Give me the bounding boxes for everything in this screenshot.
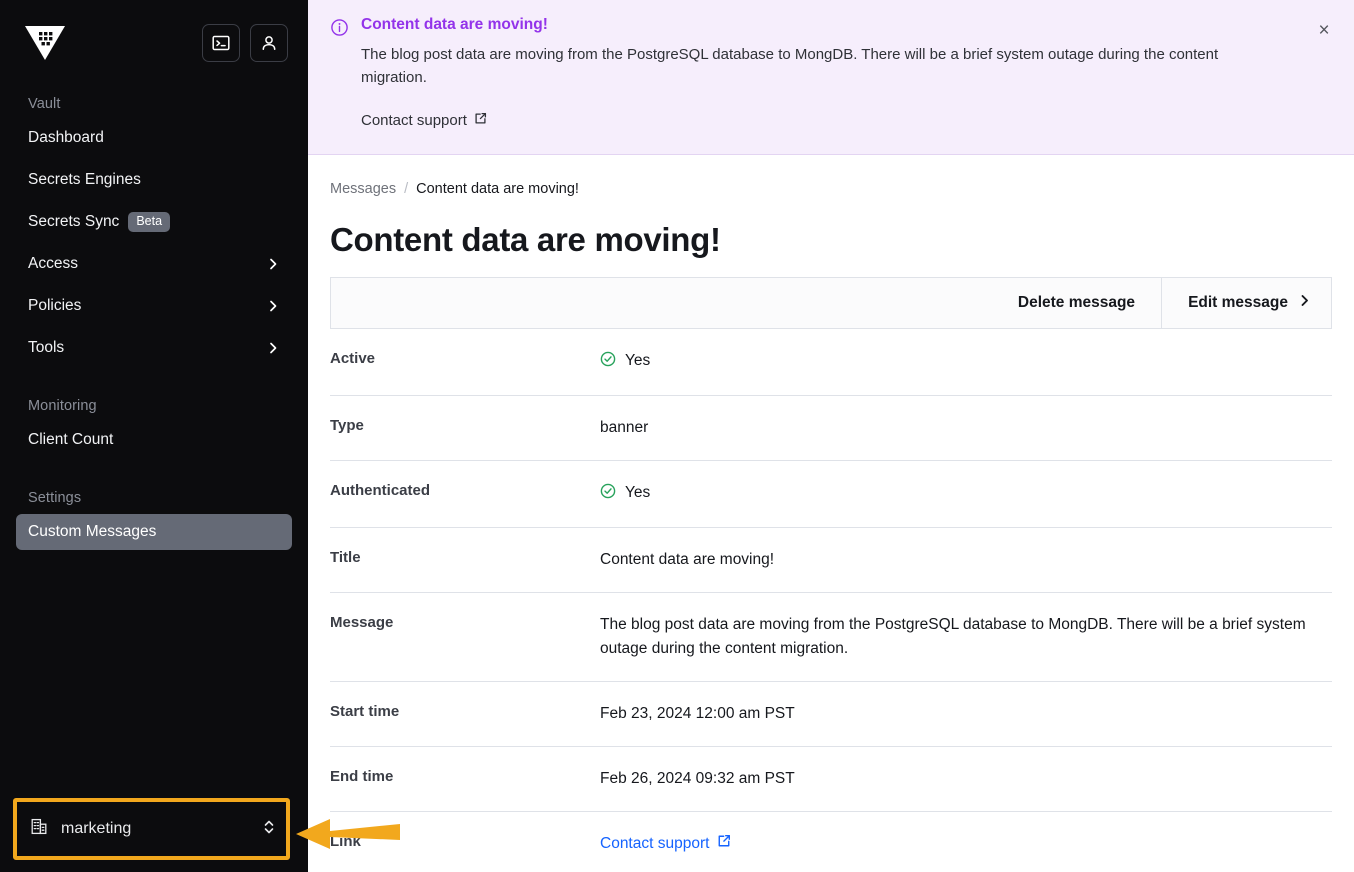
main-content: Content data are moving! The blog post d… [308, 0, 1354, 872]
detail-label: Title [330, 549, 361, 567]
sidebar-item-secrets-sync[interactable]: Secrets Sync Beta [16, 204, 292, 240]
building-icon [30, 817, 49, 841]
chevron-right-icon [266, 341, 280, 355]
chevron-right-icon [266, 257, 280, 271]
sidebar-item-custom-messages[interactable]: Custom Messages [16, 514, 292, 550]
edit-message-label: Edit message [1188, 294, 1288, 311]
page-content: Messages / Content data are moving! Cont… [308, 155, 1354, 872]
breadcrumb: Messages / Content data are moving! [330, 181, 1342, 197]
detail-value: Contact support [600, 832, 1332, 856]
user-menu-button[interactable] [250, 24, 288, 62]
banner-body: Content data are moving! The blog post d… [361, 16, 1332, 130]
detail-value: Yes [600, 349, 1332, 375]
chevron-right-icon [1298, 294, 1311, 312]
banner-text: The blog post data are moving from the P… [361, 46, 1219, 87]
console-toggle-button[interactable] [202, 24, 240, 62]
banner-contact-support-link[interactable]: Contact support [361, 112, 487, 129]
sidebar-item-client-count[interactable]: Client Count [16, 422, 292, 458]
detail-value-text: Yes [625, 352, 651, 369]
vault-logo[interactable] [22, 18, 68, 64]
sidebar-item-label: Custom Messages [28, 523, 157, 540]
sidebar-section-vault-label: Vault [28, 96, 61, 112]
detail-value: Content data are moving! [600, 551, 775, 569]
banner-link-label: Contact support [361, 111, 467, 129]
namespace-label: marketing [61, 820, 132, 837]
detail-value: Yes [600, 481, 1332, 507]
sidebar-item-label: Tools [28, 339, 65, 356]
detail-label: End time [330, 768, 394, 786]
contact-support-link[interactable]: Contact support [600, 832, 731, 856]
detail-label: Link [330, 833, 361, 851]
detail-value: The blog post data are moving from the P… [600, 616, 1306, 658]
detail-row-title: Title Content data are moving! [330, 528, 1332, 594]
detail-value-text: Yes [625, 484, 651, 502]
breadcrumb-messages-link[interactable]: Messages [330, 181, 396, 197]
sidebar-header [0, 0, 308, 90]
detail-label: Start time [330, 703, 400, 721]
external-link-icon [717, 832, 731, 856]
sidebar-item-label: Client Count [28, 431, 114, 448]
detail-row-end-time: End time Feb 26, 2024 09:32 am PST [330, 747, 1332, 813]
sidebar-item-label: Policies [28, 297, 82, 314]
sidebar-item-dashboard[interactable]: Dashboard [16, 120, 292, 156]
breadcrumb-separator: / [404, 181, 409, 197]
sidebar-actions [202, 24, 288, 62]
page-title: Content data are moving! [330, 221, 721, 258]
delete-message-label: Delete message [1017, 294, 1136, 311]
action-toolbar: Delete message Edit message [330, 277, 1332, 329]
detail-row-active: Active Yes [330, 329, 1332, 397]
sidebar: Vault Dashboard Secrets Engines Secrets … [0, 0, 308, 872]
notification-banner: Content data are moving! The blog post d… [308, 0, 1354, 155]
namespace-picker[interactable]: marketing [16, 804, 292, 854]
chevron-up-down-icon [262, 818, 276, 841]
chevron-right-icon [266, 299, 280, 313]
detail-row-message: Message The blog post data are moving fr… [330, 593, 1332, 683]
sidebar-item-policies[interactable]: Policies [16, 288, 292, 324]
delete-message-button[interactable]: Delete message [992, 278, 1161, 328]
app-root: Vault Dashboard Secrets Engines Secrets … [0, 0, 1354, 872]
sidebar-item-label: Secrets Engines [28, 171, 141, 188]
detail-value: Feb 26, 2024 09:32 am PST [600, 770, 795, 788]
detail-row-authenticated: Authenticated Yes [330, 461, 1332, 529]
detail-value: banner [600, 419, 649, 437]
user-icon [259, 33, 279, 53]
sidebar-section-monitoring-label: Monitoring [28, 398, 97, 414]
console-icon [211, 33, 231, 53]
beta-badge: Beta [128, 212, 171, 232]
detail-value: Feb 23, 2024 12:00 am PST [600, 705, 795, 723]
detail-label: Type [330, 417, 364, 435]
namespace-picker-container: marketing [0, 794, 308, 872]
sidebar-item-label: Secrets Sync [28, 213, 120, 230]
banner-close-button[interactable]: × [1312, 18, 1336, 42]
banner-title: Content data are moving! [361, 16, 548, 33]
check-circle-icon [600, 483, 616, 507]
sidebar-item-label: Dashboard [28, 129, 104, 146]
detail-row-link: Link Contact support [330, 812, 1332, 872]
edit-message-button[interactable]: Edit message [1161, 278, 1331, 328]
contact-support-label: Contact support [600, 835, 710, 853]
external-link-icon [474, 112, 487, 129]
detail-label: Message [330, 614, 394, 632]
sidebar-item-access[interactable]: Access [16, 246, 292, 282]
detail-row-start-time: Start time Feb 23, 2024 12:00 am PST [330, 682, 1332, 748]
detail-label: Authenticated [330, 482, 431, 500]
sidebar-section-settings-label: Settings [28, 490, 82, 506]
detail-label: Active [330, 350, 376, 367]
detail-row-type: Type banner [330, 396, 1332, 462]
info-circle-icon [330, 18, 349, 130]
sidebar-item-secrets-engines[interactable]: Secrets Engines [16, 162, 292, 198]
breadcrumb-current: Content data are moving! [416, 181, 579, 197]
message-detail-list: Active Yes Type banner Authenticated Yes… [330, 329, 1332, 872]
check-circle-icon [600, 351, 616, 375]
sidebar-item-label: Access [28, 255, 78, 272]
sidebar-item-tools[interactable]: Tools [16, 330, 292, 366]
sidebar-nav: Vault Dashboard Secrets Engines Secrets … [0, 90, 308, 872]
